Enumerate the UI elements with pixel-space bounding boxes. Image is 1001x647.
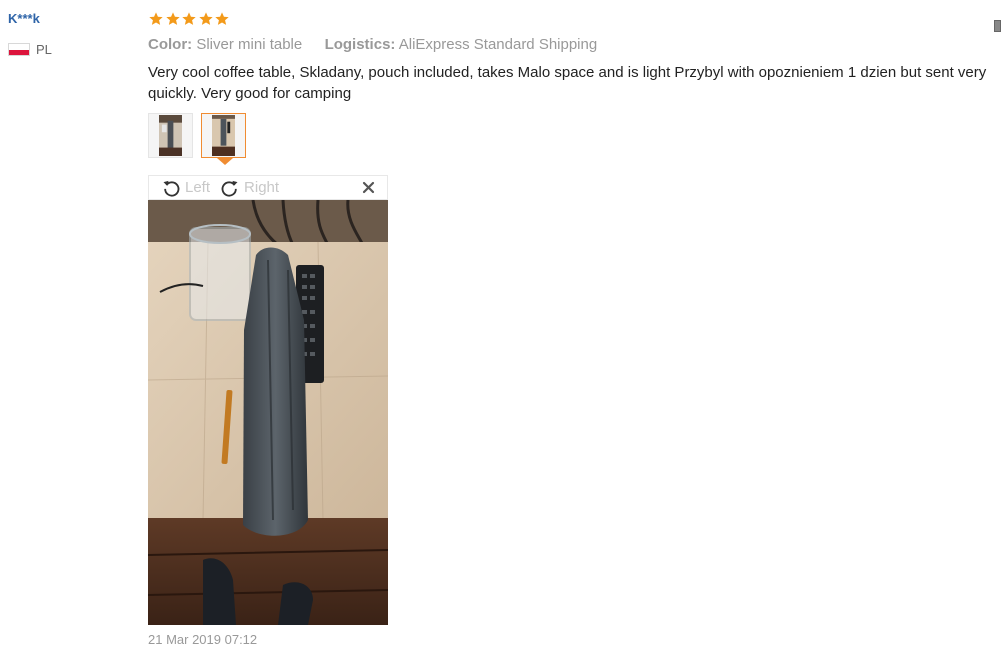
selected-thumbnail-indicator <box>217 158 233 165</box>
scrollbar-handle[interactable] <box>994 20 1001 32</box>
order-meta: Color: Sliver mini table Logistics: AliE… <box>148 36 597 53</box>
star-icon <box>215 12 229 25</box>
star-icon <box>165 12 180 25</box>
review-photo-thumbnail-1[interactable] <box>148 113 193 158</box>
poland-flag-icon <box>8 43 30 56</box>
rotate-left-icon[interactable] <box>161 178 181 198</box>
photo-viewer-toolbar: Left Right <box>148 175 388 200</box>
star-rating <box>148 11 231 27</box>
star-icon <box>182 12 196 25</box>
review-text: Very cool coffee table, Skladany, pouch … <box>148 64 987 102</box>
star-icon <box>198 12 213 25</box>
close-icon[interactable] <box>362 181 375 194</box>
logistics-value: AliExpress Standard Shipping <box>398 36 598 53</box>
rotate-right-label[interactable]: Right <box>244 179 279 196</box>
logistics-label: Logistics: <box>324 36 396 53</box>
color-value: Sliver mini table <box>196 36 303 53</box>
review-photo-thumbnail-2[interactable] <box>201 113 246 158</box>
reviewer-name[interactable]: K***k <box>8 11 40 26</box>
country-code: PL <box>36 42 52 57</box>
reviewer-country: PL <box>8 42 52 57</box>
review-photo-large <box>148 200 388 625</box>
rotate-right-icon[interactable] <box>220 178 240 198</box>
star-icon <box>149 12 163 25</box>
photo-thumbnail-icon <box>159 115 182 157</box>
rotate-left-label[interactable]: Left <box>185 179 210 196</box>
photo-thumbnail-icon <box>212 115 235 157</box>
color-label: Color: <box>148 36 193 53</box>
